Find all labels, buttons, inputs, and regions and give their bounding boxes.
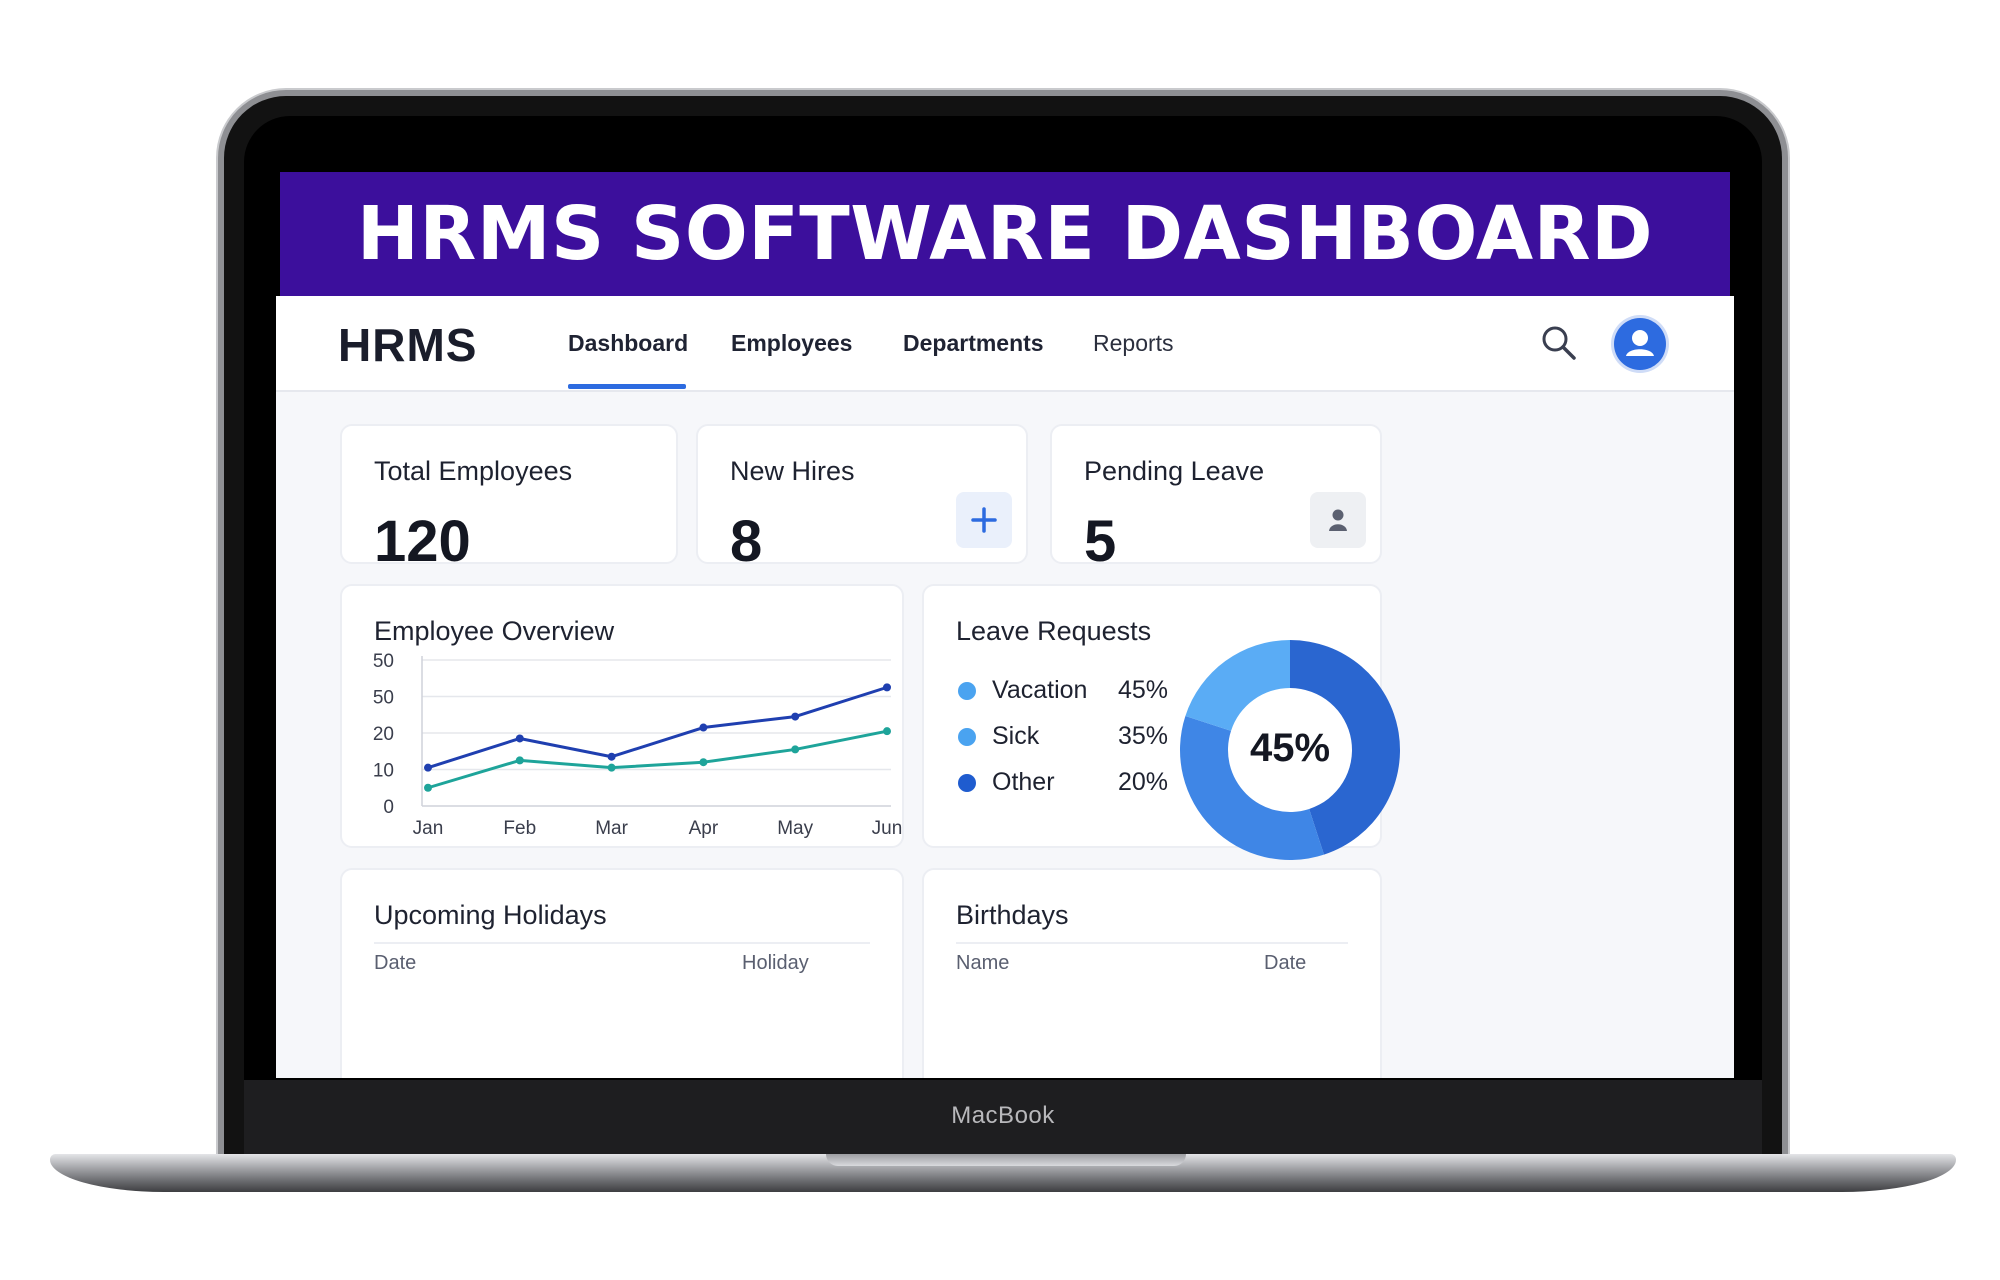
employee-overview-card: Employee Overview 50 50 20 10 0 Jan Feb Mar Apr M… [340,584,904,848]
app-logo[interactable]: HRMS [338,318,477,372]
leave-requests-card: Leave Requests Vacation 45% Sick 35% Oth… [922,584,1400,860]
user-avatar-button[interactable] [1614,318,1666,370]
stat-label: New Hires [730,456,855,486]
section-title: Birthdays [956,900,1069,930]
nav-tab-reports[interactable]: Reports [1093,330,1174,357]
stat-value: 120 [374,509,471,574]
top-navigation-bar: HRMS Dashboard Employees Departments Rep… [276,296,1734,392]
series-2-point [424,783,432,792]
series-1-point [791,712,800,721]
section-title: Employee Overview [374,616,615,646]
series-2-point [515,756,524,765]
app-screen: HRMS Dashboard Employees Departments Rep… [276,296,1734,1078]
y-tick-label: 50 [373,651,394,672]
nav-tab-employees[interactable]: Employees [731,330,852,357]
x-tick-label: May [777,818,813,839]
x-tick-label: Apr [689,818,719,839]
series-2-point [791,745,800,754]
laptop-base-notch [826,1154,1186,1166]
stat-value: 5 [1084,509,1117,574]
column-header-name: Name [956,952,1010,974]
column-header-date: Date [1264,952,1307,974]
y-tick-label: 50 [373,688,394,709]
add-hire-button[interactable] [956,492,1012,548]
stat-label: Pending Leave [1084,456,1265,486]
stat-value: 8 [730,509,763,574]
series-1-point [607,752,616,761]
stat-card-new-hires: New Hires 8 [696,424,1028,574]
employee-overview-chart: 50 50 20 10 0 Jan Feb Mar Apr May Jun [373,651,902,839]
plus-icon [971,507,997,533]
pending-leave-button[interactable] [1310,492,1366,548]
legend-label: Other [992,768,1055,796]
donut-slice-other [1185,640,1290,731]
x-tick-label: Jun [872,818,902,839]
legend-label: Sick [992,722,1040,750]
search-icon [1542,326,1576,360]
section-title: Leave Requests [956,616,1152,646]
series-1-point [424,763,432,772]
series-1-point [883,683,891,692]
series-2-point [883,727,891,736]
search-button[interactable] [1540,324,1578,362]
legend-value: 45% [1118,676,1169,704]
y-tick-label: 20 [373,724,394,745]
section-title: Upcoming Holidays [374,900,607,930]
series-2-line [427,729,888,790]
section-divider [956,942,1348,944]
series-1-point [699,723,708,732]
legend-value: 20% [1118,768,1169,796]
legend-dot [958,774,976,792]
x-tick-label: Mar [595,818,628,839]
stat-label: Total Employees [374,456,573,486]
legend-dot [958,682,976,700]
section-divider [374,942,870,944]
laptop-chin: MacBook [244,1080,1762,1160]
x-tick-label: Feb [503,818,536,839]
laptop-brand-label: MacBook [951,1102,1055,1129]
nav-tab-departments[interactable]: Departments [903,330,1044,357]
person-icon [1329,509,1347,531]
y-tick-label: 10 [373,761,394,782]
series-2-point [699,758,708,767]
series-1-point [515,734,524,743]
upcoming-holidays-card: Upcoming Holidays Date Holiday [340,868,904,1078]
stat-card-total-employees: Total Employees 120 [340,424,678,574]
nav-tab-dashboard[interactable]: Dashboard [568,330,688,357]
active-tab-indicator [568,384,686,389]
column-header-holiday: Holiday [742,952,809,974]
donut-center-label: 45% [1249,726,1331,770]
y-tick-label: 0 [383,797,394,818]
series-2-point [607,763,616,772]
legend-value: 35% [1118,722,1169,750]
birthdays-card: Birthdays Name Date [922,868,1382,1078]
stat-card-pending-leave: Pending Leave 5 [1050,424,1382,574]
x-tick-label: Jan [413,818,444,839]
banner-title: HRMS SOFTWARE DASHBOARD [356,191,1654,277]
legend-label: Vacation [992,676,1088,704]
series-1-line [427,685,888,770]
banner: HRMS SOFTWARE DASHBOARD [280,172,1730,296]
user-avatar-icon [1626,330,1654,356]
column-header-date: Date [374,952,417,974]
legend-dot [958,728,976,746]
